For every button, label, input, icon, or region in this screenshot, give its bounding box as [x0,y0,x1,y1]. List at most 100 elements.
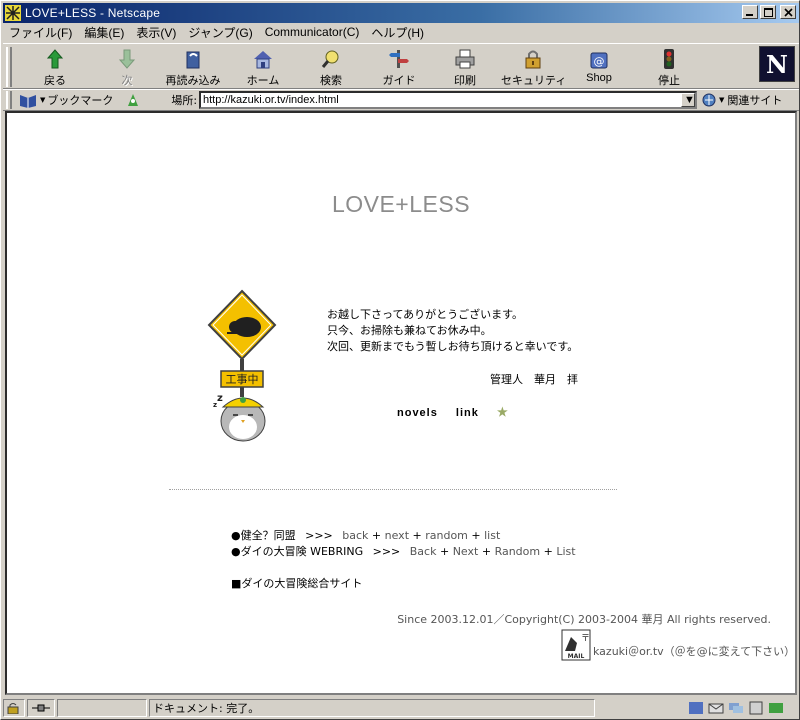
window-title: LOVE+LESS - Netscape [25,6,161,20]
lock-icon [525,50,541,69]
unlocked-icon [7,703,19,714]
shop-button[interactable]: @ Shop [567,46,631,88]
composer-icon[interactable] [768,701,784,715]
webring-kenzen-list[interactable]: list [484,529,500,542]
back-arrow-icon [46,49,64,69]
back-button[interactable]: 戻る [23,46,87,88]
navigator-icon[interactable] [688,701,704,715]
reload-button[interactable]: 再読み込み [161,46,225,88]
maximize-button[interactable] [760,5,776,19]
webring-dai-title: ●ダイの大冒険 WEBRING [231,545,364,558]
menu-communicator[interactable]: Communicator(C) [265,25,360,39]
webring-kenzen-random[interactable]: random [425,529,468,542]
stop-button[interactable]: 停止 [637,46,701,88]
title-bar[interactable]: LOVE+LESS - Netscape [3,3,799,23]
related-sites-icon [702,93,716,107]
construction-sign-illustration: 工事中 z z [207,289,277,442]
page-proxy-icon[interactable] [125,92,141,108]
webring-dai-back[interactable]: Back [410,545,437,558]
reload-label: 再読み込み [165,75,221,87]
webring-kenzen-sep: >>> [305,529,333,542]
svg-text:z: z [213,401,217,409]
signature: 管理人 華月 拝 [490,373,578,386]
menu-view[interactable]: 表示(V) [136,24,176,41]
location-label: 場所: [171,94,198,107]
webring-dai-next[interactable]: Next [453,545,479,558]
mailbox-icon[interactable] [708,701,724,715]
portal-link[interactable]: ■ダイの大冒険総合サイト [231,575,362,591]
guide-button[interactable]: ガイド [367,46,431,88]
navigation-toolbar: 戻る 次 再読み込み ホーム 検索 ガイド 印刷 セキュリティ @ Shop 停… [3,43,799,89]
sign-text: 工事中 [226,373,259,386]
menu-edit[interactable]: 編集(E) [84,24,124,41]
address-book-icon[interactable] [748,701,764,715]
menu-go[interactable]: ジャンプ(G) [188,24,252,41]
location-bar: ▼ ブックマーク 場所: http://kazuki.or.tv/index.h… [3,89,799,111]
mail-address: kazuki＠or.tv（＠を@に変えて下さい） [593,645,796,658]
novels-link[interactable]: novels [397,407,438,419]
webring-kenzen-next[interactable]: next [385,529,409,542]
netscape-logo[interactable]: N [759,46,795,82]
printer-icon [455,49,475,69]
page-content: LOVE+LESS 工事中 z z お越し下さってありがとうございます。 只今、… [5,111,797,695]
reload-icon [186,51,200,69]
location-grip[interactable] [6,91,12,109]
url-dropdown-button[interactable]: ▼ [681,93,695,107]
menu-help[interactable]: ヘルプ(H) [371,24,424,41]
welcome-message: お越し下さってありがとうございます。 只今、お掃除も兼ねてお休み中。 次回、更新… [327,307,578,355]
webring-dai-random[interactable]: Random [495,545,541,558]
bookmarks-label: ブックマーク [47,94,114,107]
close-icon [783,7,793,17]
webring-kenzen: ●健全？同盟 >>> back + next + random + list [231,529,501,542]
star-icon: ★ [496,405,509,419]
back-label: 戻る [44,75,66,87]
site-title: LOVE+LESS [331,191,471,217]
search-label: 検索 [320,75,342,87]
home-button[interactable]: ホーム [231,46,295,88]
stop-label: 停止 [658,75,680,87]
webring-kenzen-back[interactable]: back [342,529,368,542]
search-button[interactable]: 検索 [299,46,363,88]
print-button[interactable]: 印刷 [433,46,497,88]
menu-bar: ファイル(F) 編集(E) 表示(V) ジャンプ(G) Communicator… [3,23,799,41]
forward-button[interactable]: 次 [95,46,159,88]
svg-text:MAIL: MAIL [568,653,585,660]
link-link[interactable]: link [456,407,479,419]
url-input[interactable]: http://kazuki.or.tv/index.html ▼ [199,91,697,109]
shop-label: Shop [586,72,612,84]
search-icon [321,50,339,68]
bookmarks-button[interactable]: ▼ ブックマーク [18,92,113,108]
site-nav: novels link ★ [397,405,523,419]
component-bar [597,699,787,717]
netscape-window: LOVE+LESS - Netscape ファイル(F) 編集(E) 表示(V)… [0,0,800,720]
home-label: ホーム [246,75,280,87]
related-sites-button[interactable]: ▼ 関連サイト [701,92,782,108]
toolbar-grip[interactable] [6,47,12,87]
connection-status[interactable] [27,699,55,717]
plug-icon [32,704,50,712]
print-label: 印刷 [454,75,476,87]
status-text: ドキュメント: 完了。 [149,699,595,717]
copyright-text: Since 2003.12.01／Copyright(C) 2003-2004 … [397,613,771,626]
mail-contact[interactable]: 〒 MAIL kazuki＠or.tv（＠を@に変えて下さい） [559,629,795,663]
message-line-2: 只今、お掃除も兼ねてお休み中。 [327,324,492,337]
security-button[interactable]: セキュリティ [501,46,566,88]
security-status[interactable] [3,699,25,717]
forward-arrow-icon [118,49,136,69]
webring-dai-list[interactable]: List [556,545,575,558]
menu-file[interactable]: ファイル(F) [9,24,72,41]
chevron-down-icon: ▼ [684,94,695,106]
maximize-icon [763,7,773,17]
minimize-button[interactable] [742,5,758,19]
webring-dai-sep: >>> [372,545,401,558]
bookmarks-dropdown-icon: ▼ [40,96,46,104]
message-line-3: 次回、更新までもう暫しお待ち頂けると幸いです。 [327,340,579,353]
guide-icon [389,50,409,68]
forward-label: 次 [121,75,133,87]
mail-icon: 〒 MAIL [561,629,591,661]
related-label: 関連サイト [727,94,783,107]
discussion-icon[interactable] [728,701,744,715]
url-text: http://kazuki.or.tv/index.html [203,94,339,106]
close-button[interactable] [780,5,796,19]
bookmarks-book-icon [20,95,36,108]
